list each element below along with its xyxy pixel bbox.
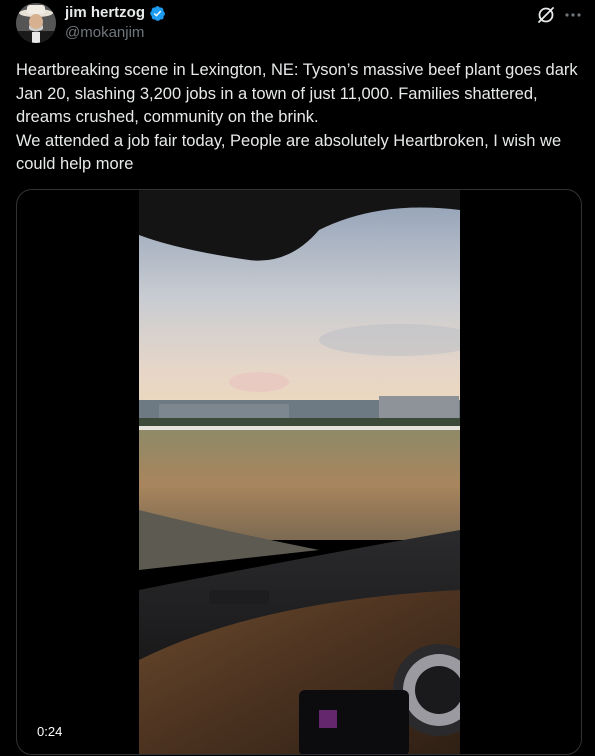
more-options-icon[interactable] bbox=[562, 4, 584, 26]
tweet-text: Heartbreaking scene in Lexington, NE: Ty… bbox=[16, 61, 578, 173]
verified-badge-icon bbox=[149, 5, 166, 22]
video-player[interactable]: 0:24 bbox=[16, 189, 582, 755]
author-handle[interactable]: @mokanjim bbox=[65, 24, 144, 42]
video-duration: 0:24 bbox=[31, 722, 69, 742]
tweet-post: jim hertzog @mokanjim Heartbreaking scen… bbox=[0, 0, 595, 756]
author-avatar[interactable] bbox=[16, 3, 56, 43]
video-thumbnail[interactable] bbox=[139, 190, 460, 754]
grok-icon[interactable] bbox=[535, 4, 557, 26]
author-display-name[interactable]: jim hertzog bbox=[65, 4, 145, 22]
